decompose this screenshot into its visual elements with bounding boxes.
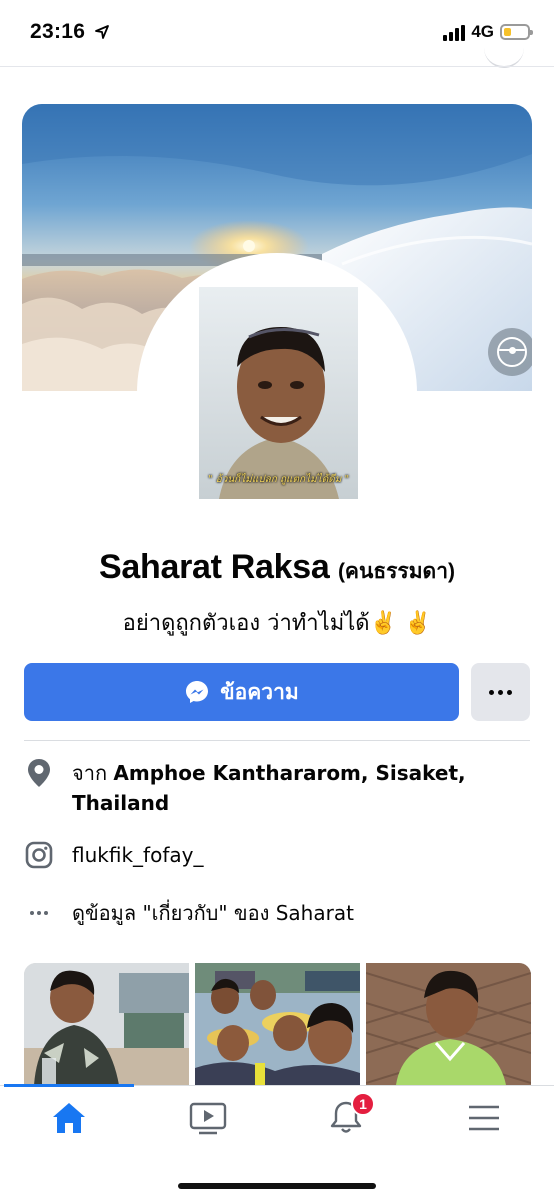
profile-bio: อย่าดูถูกตัวเอง ว่าทำไม่ได้✌️ ✌️ [122, 611, 432, 636]
video-play-icon [189, 1102, 227, 1135]
profile-alt-name: (คนธรรมดา) [337, 560, 455, 583]
instagram-icon [24, 840, 54, 870]
profile-name: Saharat Raksa [99, 548, 330, 586]
tab-menu[interactable] [464, 1098, 504, 1138]
home-indicator [178, 1183, 376, 1189]
status-indicators: 4G [443, 22, 533, 42]
info-instagram[interactable]: flukfik_fofay_ [24, 840, 530, 870]
info-about-link[interactable]: ดูข้อมูล "เกี่ยวกับ" ของ Saharat [24, 898, 530, 928]
more-dots-icon [489, 689, 494, 695]
photos-strip [24, 963, 532, 1085]
status-bar: 23:16 4G [0, 0, 554, 66]
photo-thumbnail[interactable] [195, 963, 360, 1085]
header-divider [0, 66, 554, 67]
message-button[interactable]: ข้อความ [24, 663, 459, 721]
active-tab-indicator [4, 1084, 134, 1087]
tab-watch[interactable] [188, 1098, 228, 1138]
profile-screen: 23:16 4G " อ้วนก็ไม่แปลก ถูแตกไม่ได้ดีม … [0, 0, 554, 1200]
profile-photo-image [199, 287, 358, 499]
location-pin-icon [24, 758, 54, 788]
location-arrow-icon [95, 25, 109, 39]
messenger-icon [186, 681, 209, 703]
instagram-handle: flukfik_fofay_ [72, 843, 204, 867]
signal-strength-icon [443, 23, 466, 41]
hamburger-menu-icon [469, 1105, 499, 1131]
battery-icon [500, 24, 533, 40]
info-location: จาก Amphoe Kanthararom, Sisaket, Thailan… [24, 758, 530, 818]
location-prefix: จาก [72, 761, 108, 785]
status-time: 23:16 [30, 20, 86, 43]
profile-picture[interactable]: " อ้วนก็ไม่แปลก ถูแตกไม่ได้ดีม " [199, 287, 358, 499]
more-options-button[interactable] [471, 663, 530, 721]
message-button-label: ข้อความ [220, 679, 299, 704]
ellipsis-icon [24, 898, 54, 928]
location-value[interactable]: Amphoe Kanthararom, Sisaket, Thailand [72, 761, 466, 815]
notification-badge: 1 [351, 1092, 375, 1116]
section-divider [24, 740, 530, 741]
photo-thumbnail[interactable] [366, 963, 531, 1085]
cover-3d-view-button[interactable] [488, 328, 532, 376]
home-icon [53, 1103, 85, 1133]
network-type: 4G [471, 22, 494, 41]
bottom-tab-bar: 1 [0, 1084, 554, 1200]
about-link-text: ดูข้อมูล "เกี่ยวกับ" ของ Saharat [72, 901, 354, 925]
tab-home[interactable] [49, 1098, 89, 1138]
profile-name-row: Saharat Raksa (คนธรรมดา) [0, 548, 554, 588]
panorama-icon [497, 337, 527, 367]
profile-picture-caption: " อ้วนก็ไม่แปลก ถูแตกไม่ได้ดีม " [207, 474, 350, 485]
photo-thumbnail[interactable] [24, 963, 189, 1085]
